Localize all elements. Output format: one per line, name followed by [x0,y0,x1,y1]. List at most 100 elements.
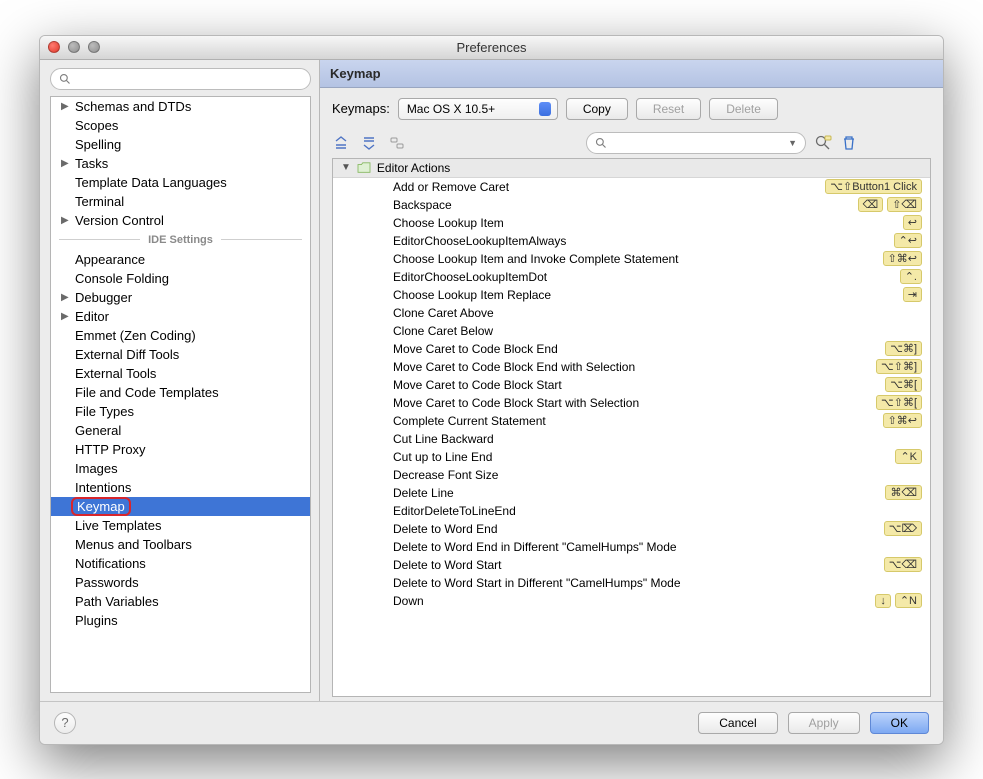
sidebar-item-notifications[interactable]: ▶Notifications [51,554,310,573]
keymaps-label: Keymaps: [332,101,390,116]
sidebar-item-live-templates[interactable]: ▶Live Templates [51,516,310,535]
sidebar-item-keymap[interactable]: ▶Keymap [51,497,310,516]
sidebar-item-file-and-code-templates[interactable]: ▶File and Code Templates [51,383,310,402]
action-row[interactable]: Move Caret to Code Block Start⌥⌘[ [333,376,930,394]
sidebar-item-scopes[interactable]: ▶Scopes [51,116,310,135]
edit-shortcut-icon[interactable] [388,134,406,152]
shortcut-badge: ⌃. [900,269,922,284]
action-row[interactable]: Backspace⌫⇧⌫ [333,196,930,214]
action-row[interactable]: Move Caret to Code Block Start with Sele… [333,394,930,412]
action-row[interactable]: Cut Line Backward [333,430,930,448]
titlebar: Preferences [40,36,943,60]
action-row[interactable]: Move Caret to Code Block End⌥⌘] [333,340,930,358]
action-name: Delete to Word Start in Different "Camel… [393,576,922,590]
sidebar-item-passwords[interactable]: ▶Passwords [51,573,310,592]
sidebar-item-external-diff-tools[interactable]: ▶External Diff Tools [51,345,310,364]
sidebar-item-images[interactable]: ▶Images [51,459,310,478]
shortcut-badge: ⌃N [895,593,922,608]
action-name: Move Caret to Code Block Start with Sele… [393,396,872,410]
action-row[interactable]: Down↓⌃N [333,592,930,610]
action-row[interactable]: Clone Caret Below [333,322,930,340]
sidebar-item-http-proxy[interactable]: ▶HTTP Proxy [51,440,310,459]
chevron-down-icon[interactable]: ▼ [788,138,797,148]
action-row[interactable]: Cut up to Line End⌃K [333,448,930,466]
apply-button[interactable]: Apply [788,712,860,734]
sidebar-item-general[interactable]: ▶General [51,421,310,440]
delete-button[interactable]: Delete [709,98,778,120]
sidebar-item-menus-and-toolbars[interactable]: ▶Menus and Toolbars [51,535,310,554]
sidebar-item-intentions[interactable]: ▶Intentions [51,478,310,497]
action-row[interactable]: EditorDeleteToLineEnd [333,502,930,520]
find-by-shortcut-icon[interactable] [814,134,832,152]
reset-button[interactable]: Reset [636,98,701,120]
sidebar-item-label: Live Templates [73,518,161,533]
shortcut-badge: ⇧⌘↩ [883,251,922,266]
settings-tree[interactable]: ▶Schemas and DTDs▶Scopes▶Spelling▶Tasks▶… [50,96,311,693]
action-row[interactable]: Choose Lookup Item↩ [333,214,930,232]
action-name: Delete to Word End [393,522,880,536]
action-name: Delete to Word End in Different "CamelHu… [393,540,922,554]
editor-actions-group[interactable]: ▼ Editor Actions [333,159,930,178]
action-row[interactable]: Add or Remove Caret⌥⇧Button1 Click [333,178,930,196]
sidebar-item-tasks[interactable]: ▶Tasks [51,154,310,173]
sidebar-item-plugins[interactable]: ▶Plugins [51,611,310,630]
sidebar-item-console-folding[interactable]: ▶Console Folding [51,269,310,288]
action-row[interactable]: Complete Current Statement⇧⌘↩ [333,412,930,430]
sidebar-item-external-tools[interactable]: ▶External Tools [51,364,310,383]
sidebar-item-path-variables[interactable]: ▶Path Variables [51,592,310,611]
action-row[interactable]: Delete to Word End in Different "CamelHu… [333,538,930,556]
sidebar-item-label: Schemas and DTDs [73,99,191,114]
collapse-all-icon[interactable] [360,134,378,152]
sidebar-item-debugger[interactable]: ▶Debugger [51,288,310,307]
trash-icon[interactable] [840,134,858,152]
sidebar-item-editor[interactable]: ▶Editor [51,307,310,326]
action-row[interactable]: Choose Lookup Item and Invoke Complete S… [333,250,930,268]
sidebar-item-file-types[interactable]: ▶File Types [51,402,310,421]
window-title: Preferences [40,40,943,55]
ok-button[interactable]: OK [870,712,929,734]
action-search[interactable]: ▼ [586,132,806,154]
action-name: Backspace [393,198,854,212]
action-row[interactable]: Delete to Word Start in Different "Camel… [333,574,930,592]
help-button[interactable]: ? [54,712,76,734]
search-icon [59,73,71,85]
panel-body: Keymaps: Mac OS X 10.5+ Copy Reset Delet… [320,88,943,701]
actions-list[interactable]: ▼ Editor Actions Add or Remove Caret⌥⇧Bu… [332,158,931,697]
action-row[interactable]: Delete Line⌘⌫ [333,484,930,502]
cancel-button[interactable]: Cancel [698,712,777,734]
sidebar-item-appearance[interactable]: ▶Appearance [51,250,310,269]
sidebar-item-version-control[interactable]: ▶Version Control [51,211,310,230]
chevron-right-icon: ▶ [61,101,73,112]
sidebar-item-label: Debugger [73,290,132,305]
sidebar-item-terminal[interactable]: ▶Terminal [51,192,310,211]
action-row[interactable]: Move Caret to Code Block End with Select… [333,358,930,376]
sidebar-item-label: File Types [73,404,134,419]
sidebar-search-input[interactable] [75,72,302,86]
sidebar-search[interactable] [50,68,311,90]
sidebar-item-label: Menus and Toolbars [73,537,192,552]
action-row[interactable]: EditorChooseLookupItemAlways⌃↩ [333,232,930,250]
action-row[interactable]: Delete to Word Start⌥⌫ [333,556,930,574]
chevron-right-icon: ▶ [61,215,73,226]
action-row[interactable]: Delete to Word End⌥⌦ [333,520,930,538]
body: ▶Schemas and DTDs▶Scopes▶Spelling▶Tasks▶… [40,60,943,701]
sidebar-item-label: Images [73,461,118,476]
shortcut-badge: ⇥ [903,287,922,302]
action-name: EditorChooseLookupItemDot [393,270,896,284]
sidebar-item-template-data-languages[interactable]: ▶Template Data Languages [51,173,310,192]
sidebar: ▶Schemas and DTDs▶Scopes▶Spelling▶Tasks▶… [40,60,320,701]
keymaps-select[interactable]: Mac OS X 10.5+ [398,98,558,120]
shortcut-badge: ⌥⌫ [884,557,922,572]
action-row[interactable]: Clone Caret Above [333,304,930,322]
action-row[interactable]: Decrease Font Size [333,466,930,484]
copy-button[interactable]: Copy [566,98,628,120]
expand-all-icon[interactable] [332,134,350,152]
sidebar-item-spelling[interactable]: ▶Spelling [51,135,310,154]
action-row[interactable]: Choose Lookup Item Replace⇥ [333,286,930,304]
sidebar-item-emmet-zen-coding-[interactable]: ▶Emmet (Zen Coding) [51,326,310,345]
sidebar-item-schemas-and-dtds[interactable]: ▶Schemas and DTDs [51,97,310,116]
action-search-input[interactable] [611,136,788,150]
action-row[interactable]: EditorChooseLookupItemDot ⌃. [333,268,930,286]
sidebar-item-label: Version Control [73,213,164,228]
search-icon [595,137,607,149]
